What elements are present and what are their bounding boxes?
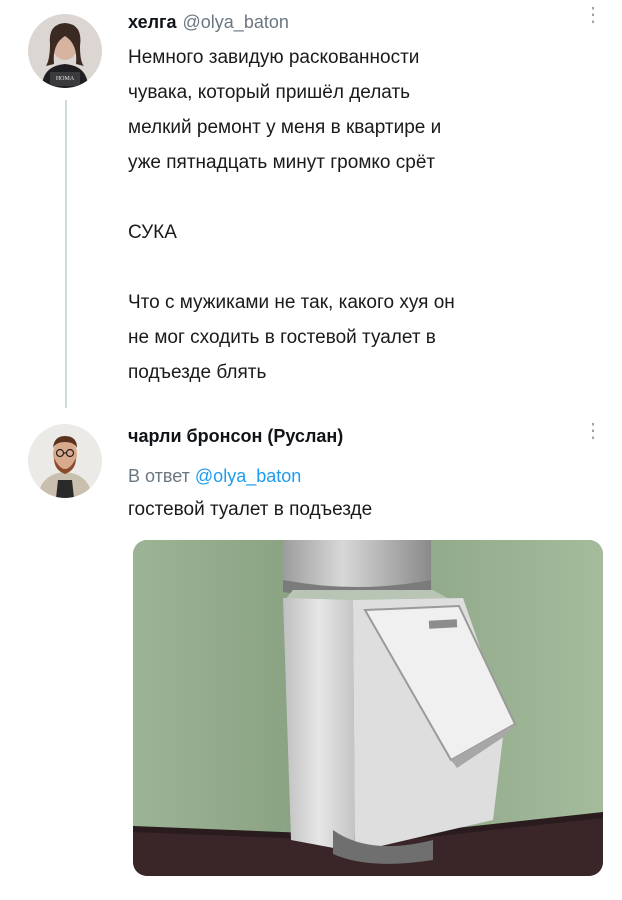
- user-avatar-helga[interactable]: HOMA: [28, 14, 102, 88]
- reply-prefix: В ответ: [128, 466, 190, 486]
- tweet-photo-garbage-chute[interactable]: [133, 540, 603, 876]
- more-vertical-icon[interactable]: ⋮: [583, 421, 603, 441]
- tweet-1-text: Немного завидую раскованности чувака, ко…: [128, 47, 455, 383]
- svg-text:HOMA: HOMA: [56, 76, 75, 82]
- tweet-2-text: гостевой туалет в подъезде: [128, 499, 373, 520]
- user-avatar-charlie[interactable]: [28, 424, 102, 498]
- tweet-1-header: хелга @olya_baton: [128, 12, 289, 33]
- reply-mention-link[interactable]: @olya_baton: [195, 466, 301, 486]
- author-handle[interactable]: @olya_baton: [183, 12, 289, 32]
- author-name[interactable]: хелга: [128, 12, 177, 32]
- reply-context: В ответ @olya_baton: [128, 466, 301, 487]
- tweet-2-header: чарли бронсон (Руслан): [128, 426, 343, 447]
- tweet-1[interactable]: HOMA хелга @olya_baton ⋮ Немного завидую …: [0, 0, 622, 410]
- more-vertical-icon[interactable]: ⋮: [583, 5, 603, 25]
- thread-connector-line: [65, 100, 67, 408]
- author-name[interactable]: чарли бронсон (Руслан): [128, 426, 343, 446]
